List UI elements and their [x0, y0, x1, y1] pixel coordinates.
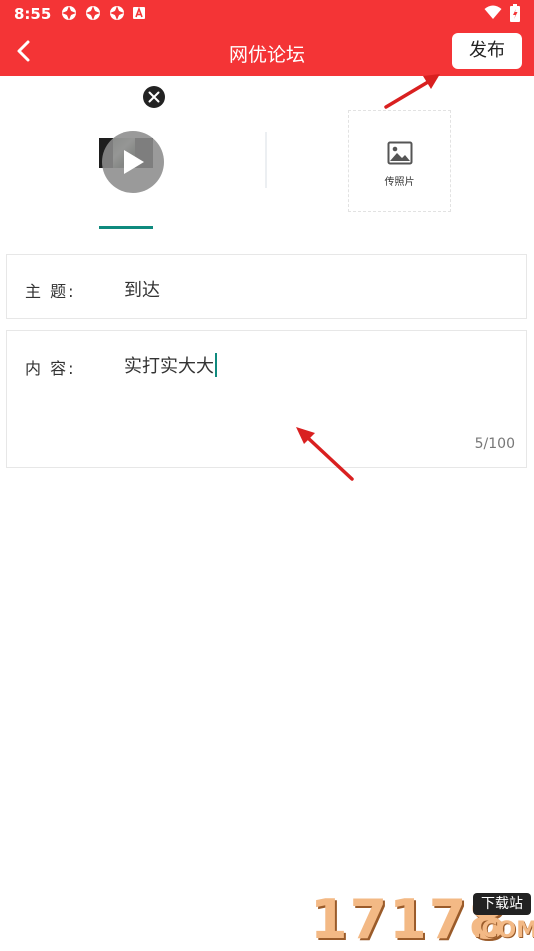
watermark-site-name: 下载站 — [473, 893, 531, 915]
annotation-arrow-publish — [384, 74, 440, 109]
site-watermark: 17178 下载站 .COM — [310, 890, 534, 950]
annotation-arrows — [296, 74, 440, 481]
watermark-domain: .COM — [473, 918, 534, 943]
annotation-arrow-content — [296, 427, 354, 481]
